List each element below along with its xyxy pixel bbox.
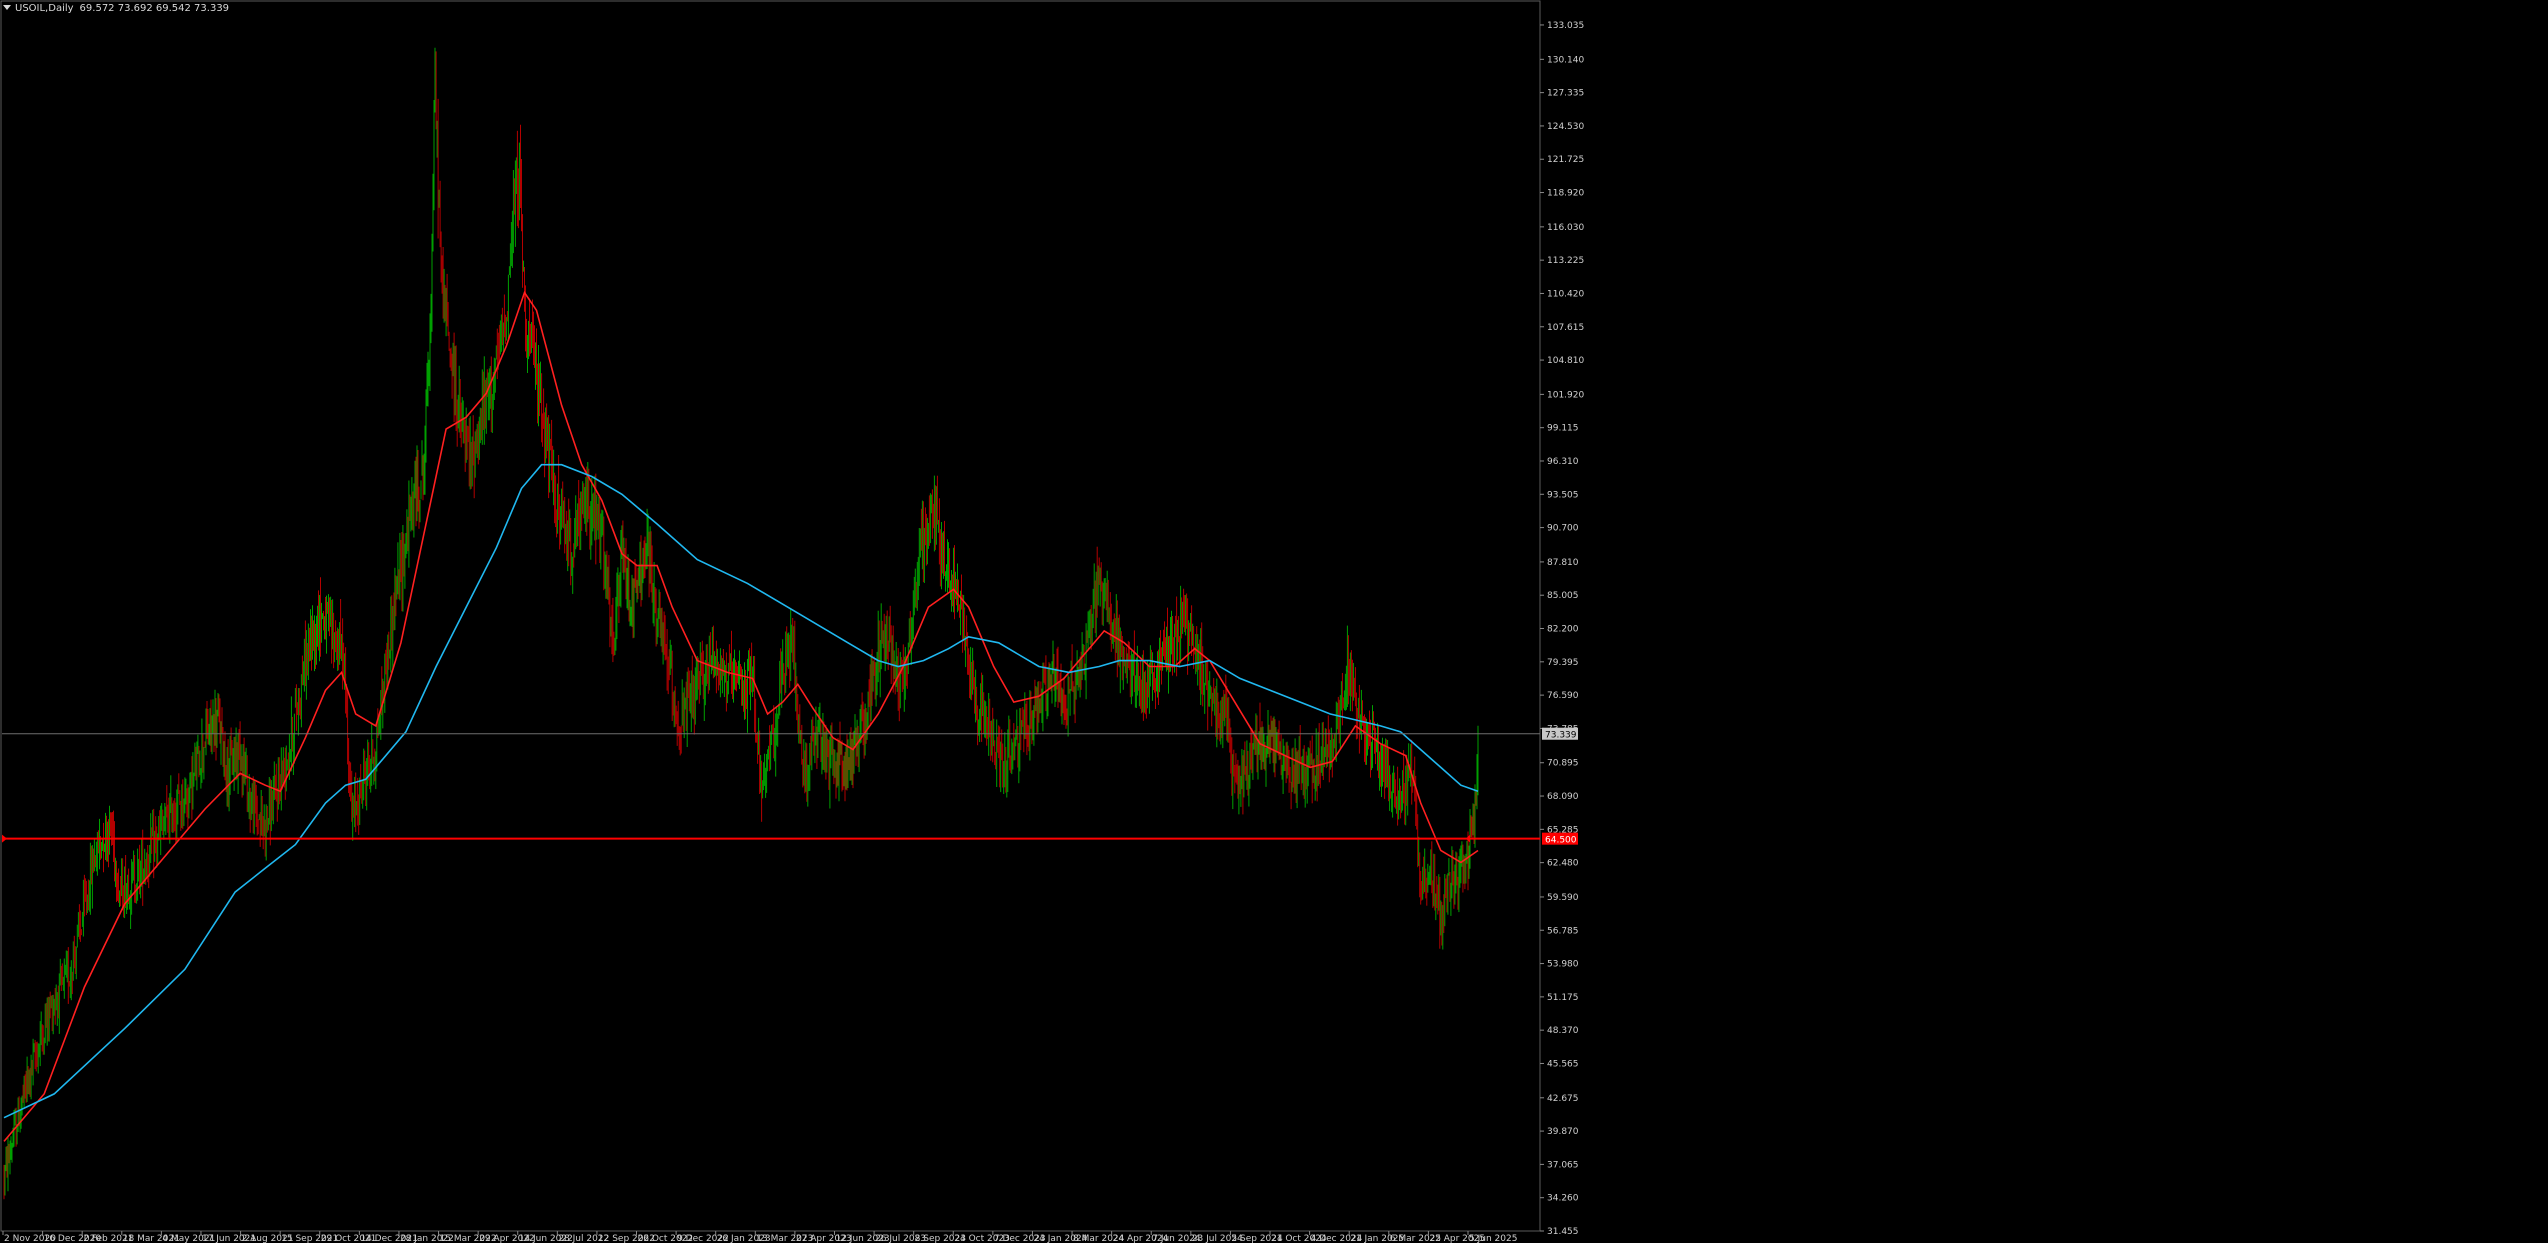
y-tick-label: 107.615 xyxy=(1547,323,1584,333)
y-tick-label: 118.920 xyxy=(1547,189,1584,199)
y-tick-label: 113.225 xyxy=(1547,256,1584,266)
y-tick-label: 110.420 xyxy=(1547,289,1584,299)
last-price-tag-label: 73.339 xyxy=(1545,731,1577,741)
y-tick-label: 87.810 xyxy=(1547,558,1579,568)
price-chart[interactable]: 133.035 130.140 127.335 124.530 121.725 118.9… xyxy=(0,0,2548,1243)
time-axis[interactable]: 2 Nov 202016 Dec 20202 Feb 202118 Mar 20… xyxy=(2,1231,1517,1243)
y-tick-label: 101.920 xyxy=(1547,390,1584,400)
y-tick-label: 56.785 xyxy=(1547,926,1579,936)
chart-frame xyxy=(0,0,1541,1232)
y-tick-label: 34.260 xyxy=(1547,1194,1579,1204)
x-tick-label: 5 Jun 2025 xyxy=(1469,1234,1517,1243)
y-tick-label: 104.810 xyxy=(1547,356,1584,366)
y-tick-label: 82.200 xyxy=(1547,625,1579,635)
plot-border xyxy=(0,0,1541,1232)
y-tick-label: 121.725 xyxy=(1547,155,1584,165)
y-tick-label: 53.980 xyxy=(1547,960,1579,970)
y-tick-label: 48.370 xyxy=(1547,1026,1579,1036)
y-tick-label: 70.895 xyxy=(1547,759,1579,769)
y-tick-label: 37.065 xyxy=(1547,1160,1579,1170)
y-tick-label: 79.395 xyxy=(1547,658,1579,668)
y-tick-label: 45.565 xyxy=(1547,1059,1579,1069)
y-tick-label: 90.700 xyxy=(1547,524,1579,534)
y-tick-label: 93.505 xyxy=(1547,490,1579,500)
y-tick-label: 133.035 xyxy=(1547,21,1584,31)
y-tick-label: 39.870 xyxy=(1547,1127,1579,1137)
y-tick-label: 124.530 xyxy=(1547,122,1584,132)
y-tick-label: 127.335 xyxy=(1547,89,1584,99)
y-tick-label: 68.090 xyxy=(1547,792,1579,802)
y-tick-label: 116.030 xyxy=(1547,223,1584,233)
y-tick-label: 62.480 xyxy=(1547,859,1579,869)
y-tick-label: 96.310 xyxy=(1547,457,1579,467)
y-tick-label: 42.675 xyxy=(1547,1094,1579,1104)
y-tick-label: 31.455 xyxy=(1547,1227,1579,1237)
y-tick-label: 51.175 xyxy=(1547,993,1579,1003)
price-axis[interactable]: 133.035 130.140 127.335 124.530 121.725 118.9… xyxy=(1540,21,1584,1237)
y-tick-label: 85.005 xyxy=(1547,591,1579,601)
slow-moving-average-line xyxy=(3,463,1479,1119)
y-tick-label: 99.115 xyxy=(1547,424,1579,434)
y-tick-label: 76.590 xyxy=(1547,691,1579,701)
support-price-tag-label: 64.500 xyxy=(1545,836,1577,846)
y-tick-label: 130.140 xyxy=(1547,55,1584,65)
support-handle-icon[interactable] xyxy=(2,834,7,843)
y-tick-label: 59.590 xyxy=(1547,893,1579,903)
candles xyxy=(3,47,1479,1200)
